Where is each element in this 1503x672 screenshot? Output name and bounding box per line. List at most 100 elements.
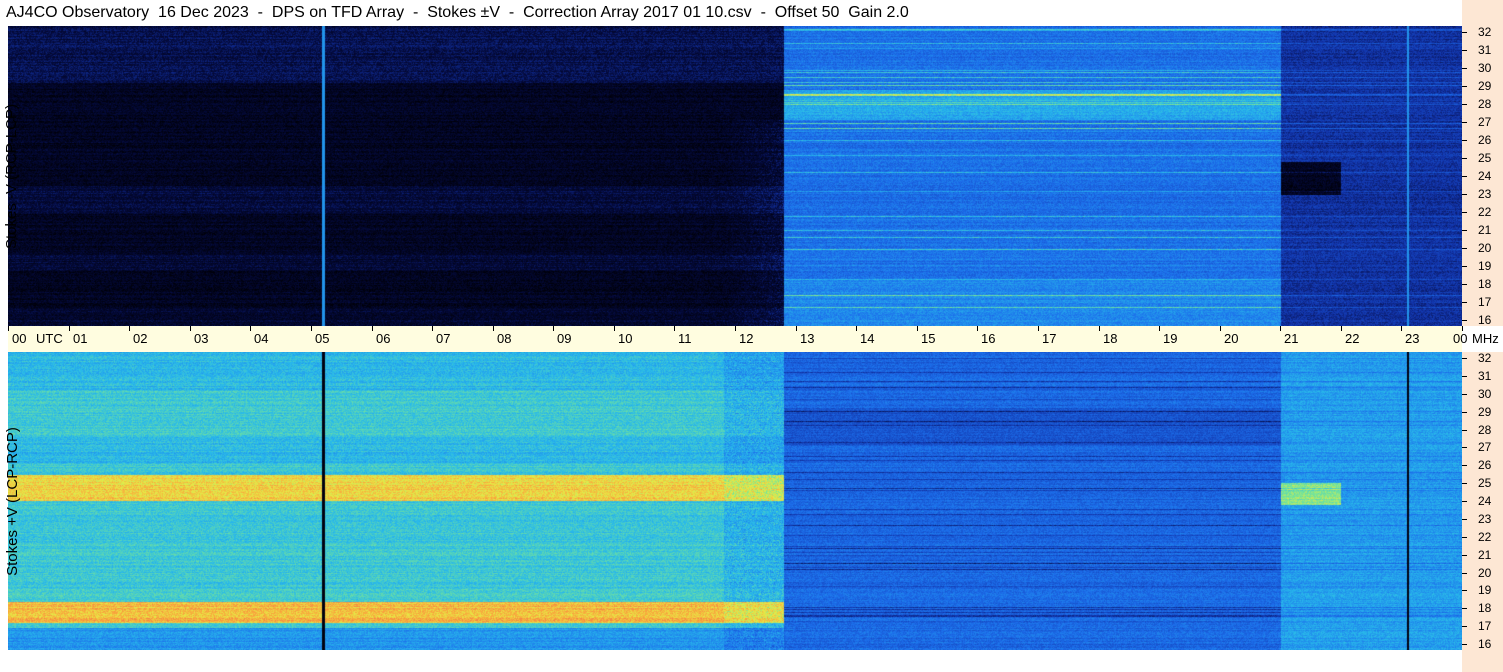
spectrogram-display: AJ4CO Observatory 16 Dec 2023 - DPS on T… bbox=[0, 0, 1503, 672]
time-tick-label: 13 bbox=[800, 331, 815, 346]
frequency-tick bbox=[1462, 68, 1467, 69]
frequency-tick-label: 27 bbox=[1478, 440, 1492, 454]
frequency-tick bbox=[1462, 212, 1467, 213]
time-tick bbox=[372, 326, 373, 331]
time-tick bbox=[553, 326, 554, 331]
time-tick-label: 04 bbox=[254, 331, 269, 346]
time-tick bbox=[1280, 326, 1281, 331]
time-tick bbox=[432, 326, 433, 331]
frequency-tick-label: 20 bbox=[1478, 241, 1492, 255]
frequency-tick bbox=[1462, 483, 1467, 484]
frequency-tick-label: 22 bbox=[1478, 530, 1492, 544]
frequency-tick-label: 20 bbox=[1478, 566, 1492, 580]
time-tick bbox=[1401, 326, 1402, 331]
frequency-tick bbox=[1462, 194, 1467, 195]
frequency-tick bbox=[1462, 573, 1467, 574]
frequency-tick-label: 30 bbox=[1478, 61, 1492, 75]
time-tick bbox=[190, 326, 191, 331]
frequency-tick-label: 32 bbox=[1478, 351, 1492, 365]
time-tick-label: 01 bbox=[73, 331, 88, 346]
time-tick-label: 20 bbox=[1224, 331, 1239, 346]
frequency-tick bbox=[1462, 320, 1467, 321]
time-tick bbox=[1341, 326, 1342, 331]
frequency-tick bbox=[1462, 248, 1467, 249]
frequency-tick-label: 19 bbox=[1478, 583, 1492, 597]
utc-label: UTC bbox=[36, 331, 63, 346]
frequency-tick-label: 24 bbox=[1478, 494, 1492, 508]
frequency-tick bbox=[1462, 122, 1467, 123]
frequency-tick bbox=[1462, 412, 1467, 413]
frequency-tick bbox=[1462, 590, 1467, 591]
frequency-tick-label: 17 bbox=[1478, 295, 1492, 309]
frequency-tick-label: 17 bbox=[1478, 619, 1492, 633]
frequency-tick bbox=[1462, 266, 1467, 267]
frequency-tick-label: 23 bbox=[1478, 512, 1492, 526]
frequency-tick bbox=[1462, 358, 1467, 359]
frequency-tick-label: 16 bbox=[1478, 313, 1492, 327]
time-tick-label: 18 bbox=[1103, 331, 1118, 346]
frequency-tick-label: 16 bbox=[1478, 637, 1492, 651]
frequency-tick-label: 18 bbox=[1478, 601, 1492, 615]
frequency-tick-label: 31 bbox=[1478, 43, 1492, 57]
time-tick bbox=[614, 326, 615, 331]
frequency-tick-label: 29 bbox=[1478, 79, 1492, 93]
frequency-tick bbox=[1462, 555, 1467, 556]
time-tick-label: 11 bbox=[678, 331, 692, 346]
frequency-tick-label: 29 bbox=[1478, 405, 1492, 419]
time-tick bbox=[8, 326, 9, 331]
time-tick bbox=[977, 326, 978, 331]
frequency-tick bbox=[1462, 104, 1467, 105]
frequency-tick bbox=[1462, 537, 1467, 538]
bottom-y-axis-label: Stokes +V (LCP-RCP) bbox=[3, 426, 21, 576]
page-title: AJ4CO Observatory 16 Dec 2023 - DPS on T… bbox=[6, 4, 909, 21]
time-tick-label: 08 bbox=[497, 331, 512, 346]
top-y-axis-label: Stokes -V (RCP-LCP) bbox=[3, 103, 21, 249]
mhz-label: MHz bbox=[1472, 331, 1499, 346]
frequency-tick-label: 21 bbox=[1478, 223, 1492, 237]
frequency-tick bbox=[1462, 608, 1467, 609]
time-tick-label: 03 bbox=[194, 331, 209, 346]
frequency-tick bbox=[1462, 50, 1467, 51]
time-tick bbox=[856, 326, 857, 331]
frequency-tick bbox=[1462, 32, 1467, 33]
time-tick-label: 02 bbox=[133, 331, 148, 346]
frequency-tick bbox=[1462, 501, 1467, 502]
frequency-tick-label: 26 bbox=[1478, 133, 1492, 147]
frequency-tick bbox=[1462, 447, 1467, 448]
frequency-tick bbox=[1462, 376, 1467, 377]
frequency-tick-label: 18 bbox=[1478, 277, 1492, 291]
time-tick bbox=[129, 326, 130, 331]
frequency-tick-label: 28 bbox=[1478, 97, 1492, 111]
time-tick-label: 00 bbox=[1453, 331, 1468, 346]
frequency-tick bbox=[1462, 230, 1467, 231]
frequency-tick bbox=[1462, 86, 1467, 87]
frequency-tick bbox=[1462, 158, 1467, 159]
frequency-tick-label: 25 bbox=[1478, 476, 1492, 490]
time-tick-label: 19 bbox=[1163, 331, 1178, 346]
time-tick-label: 07 bbox=[436, 331, 451, 346]
time-tick bbox=[493, 326, 494, 331]
time-tick-label: 10 bbox=[618, 331, 633, 346]
time-tick-label: 05 bbox=[315, 331, 330, 346]
time-tick bbox=[1220, 326, 1221, 331]
frequency-tick bbox=[1462, 394, 1467, 395]
time-tick bbox=[796, 326, 797, 331]
time-tick-label: 23 bbox=[1405, 331, 1420, 346]
frequency-tick-label: 32 bbox=[1478, 25, 1492, 39]
frequency-tick-label: 19 bbox=[1478, 259, 1492, 273]
frequency-tick bbox=[1462, 626, 1467, 627]
time-tick-label: 14 bbox=[860, 331, 875, 346]
stokes-plus-v-spectrogram bbox=[8, 352, 1462, 650]
frequency-tick-label: 27 bbox=[1478, 115, 1492, 129]
time-tick-label: 17 bbox=[1042, 331, 1057, 346]
frequency-tick bbox=[1462, 140, 1467, 141]
frequency-tick bbox=[1462, 465, 1467, 466]
frequency-tick-label: 30 bbox=[1478, 387, 1492, 401]
time-tick bbox=[311, 326, 312, 331]
time-tick-label: 22 bbox=[1345, 331, 1360, 346]
time-tick-label: 09 bbox=[557, 331, 572, 346]
frequency-tick bbox=[1462, 302, 1467, 303]
time-tick bbox=[69, 326, 70, 331]
frequency-tick bbox=[1462, 430, 1467, 431]
stokes-minus-v-spectrogram bbox=[8, 26, 1462, 326]
